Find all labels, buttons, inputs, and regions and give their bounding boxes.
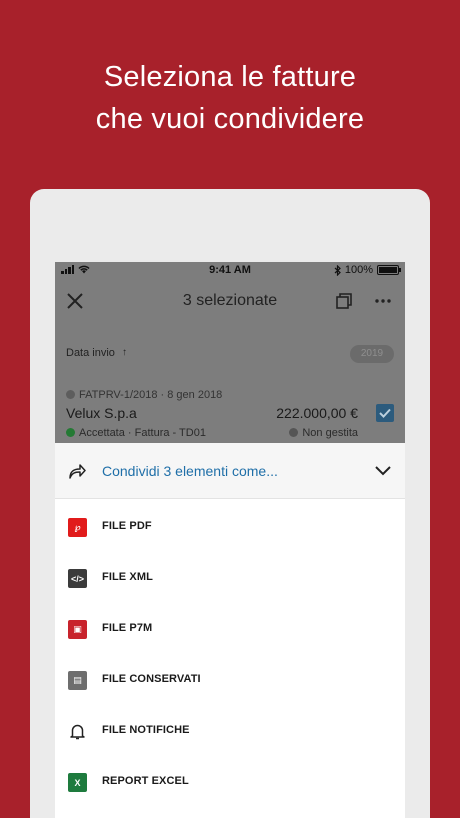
phone-screen: 9:41 AM 100% 3 selezionate Data invio ↑ …	[55, 262, 405, 818]
share-option-pdf[interactable]: ℘ FILE PDF	[55, 502, 405, 553]
invoice-amount: 222.000,00 €	[276, 405, 358, 421]
share-option-notifiche[interactable]: FILE NOTIFICHE	[55, 706, 405, 757]
bluetooth-icon	[334, 264, 341, 276]
archive-icon: ▤	[68, 671, 87, 690]
selection-checkbox[interactable]	[376, 404, 394, 422]
option-label: FILE XML	[102, 571, 153, 583]
headline: Seleziona le fatture che vuoi condivider…	[0, 56, 460, 140]
battery-icon	[377, 265, 401, 275]
option-label: FILE PDF	[102, 520, 152, 532]
excel-icon: X	[68, 773, 87, 792]
headline-line-1: Seleziona le fatture	[103, 61, 357, 93]
battery-percent: 100%	[344, 264, 373, 276]
option-label: FILE P7M	[102, 622, 153, 634]
copy-icon[interactable]	[334, 291, 354, 311]
invoice-row[interactable]: FATPRV-1/2018 · 8 gen 2018 Velux S.p.a 2…	[55, 386, 405, 443]
option-label: FILE CONSERVATI	[102, 673, 201, 685]
bell-icon	[70, 724, 85, 740]
share-option-p7m[interactable]: ▣ FILE P7M	[55, 604, 405, 655]
share-option-excel[interactable]: X REPORT EXCEL	[55, 757, 405, 808]
dimmed-background: 9:41 AM 100% 3 selezionate Data invio ↑ …	[55, 262, 405, 443]
invoice-status: Accettata · Fattura - TD01	[79, 427, 206, 439]
headline-line-2: che vuoi condividere	[95, 103, 365, 135]
share-option-conservati[interactable]: ▤ FILE CONSERVATI	[55, 655, 405, 706]
more-icon[interactable]	[373, 291, 393, 311]
not-managed-icon	[289, 428, 299, 437]
status-bar: 9:41 AM 100%	[55, 262, 405, 278]
sort-bar: Data invio ↑ 2019	[55, 342, 405, 366]
share-label: Condividi 3 elementi come...	[102, 463, 278, 479]
option-label: REPORT EXCEL	[102, 775, 189, 787]
share-sheet-header[interactable]: Condividi 3 elementi come...	[55, 443, 405, 499]
pdf-icon: ℘	[68, 518, 87, 537]
nav-bar: 3 selezionate	[55, 286, 405, 316]
invoice-code: FATPRV-1/2018 · 8 gen 2018	[79, 389, 223, 401]
invoice-management: Non gestita	[302, 427, 358, 439]
sort-direction-icon[interactable]: ↑	[122, 347, 127, 358]
year-badge[interactable]: 2019	[350, 345, 394, 363]
checkmark-icon	[379, 408, 391, 418]
p7m-icon: ▣	[68, 620, 87, 639]
document-icon	[66, 390, 75, 399]
accepted-icon	[66, 428, 75, 437]
chevron-down-icon[interactable]	[374, 463, 392, 479]
option-label: FILE NOTIFICHE	[102, 724, 190, 736]
share-option-xml[interactable]: </> FILE XML	[55, 553, 405, 604]
xml-icon: </>	[68, 569, 87, 588]
invoice-company: Velux S.p.a	[66, 405, 137, 421]
sort-label[interactable]: Data invio	[66, 347, 115, 359]
bell-icon	[68, 722, 87, 741]
share-icon	[69, 464, 86, 479]
